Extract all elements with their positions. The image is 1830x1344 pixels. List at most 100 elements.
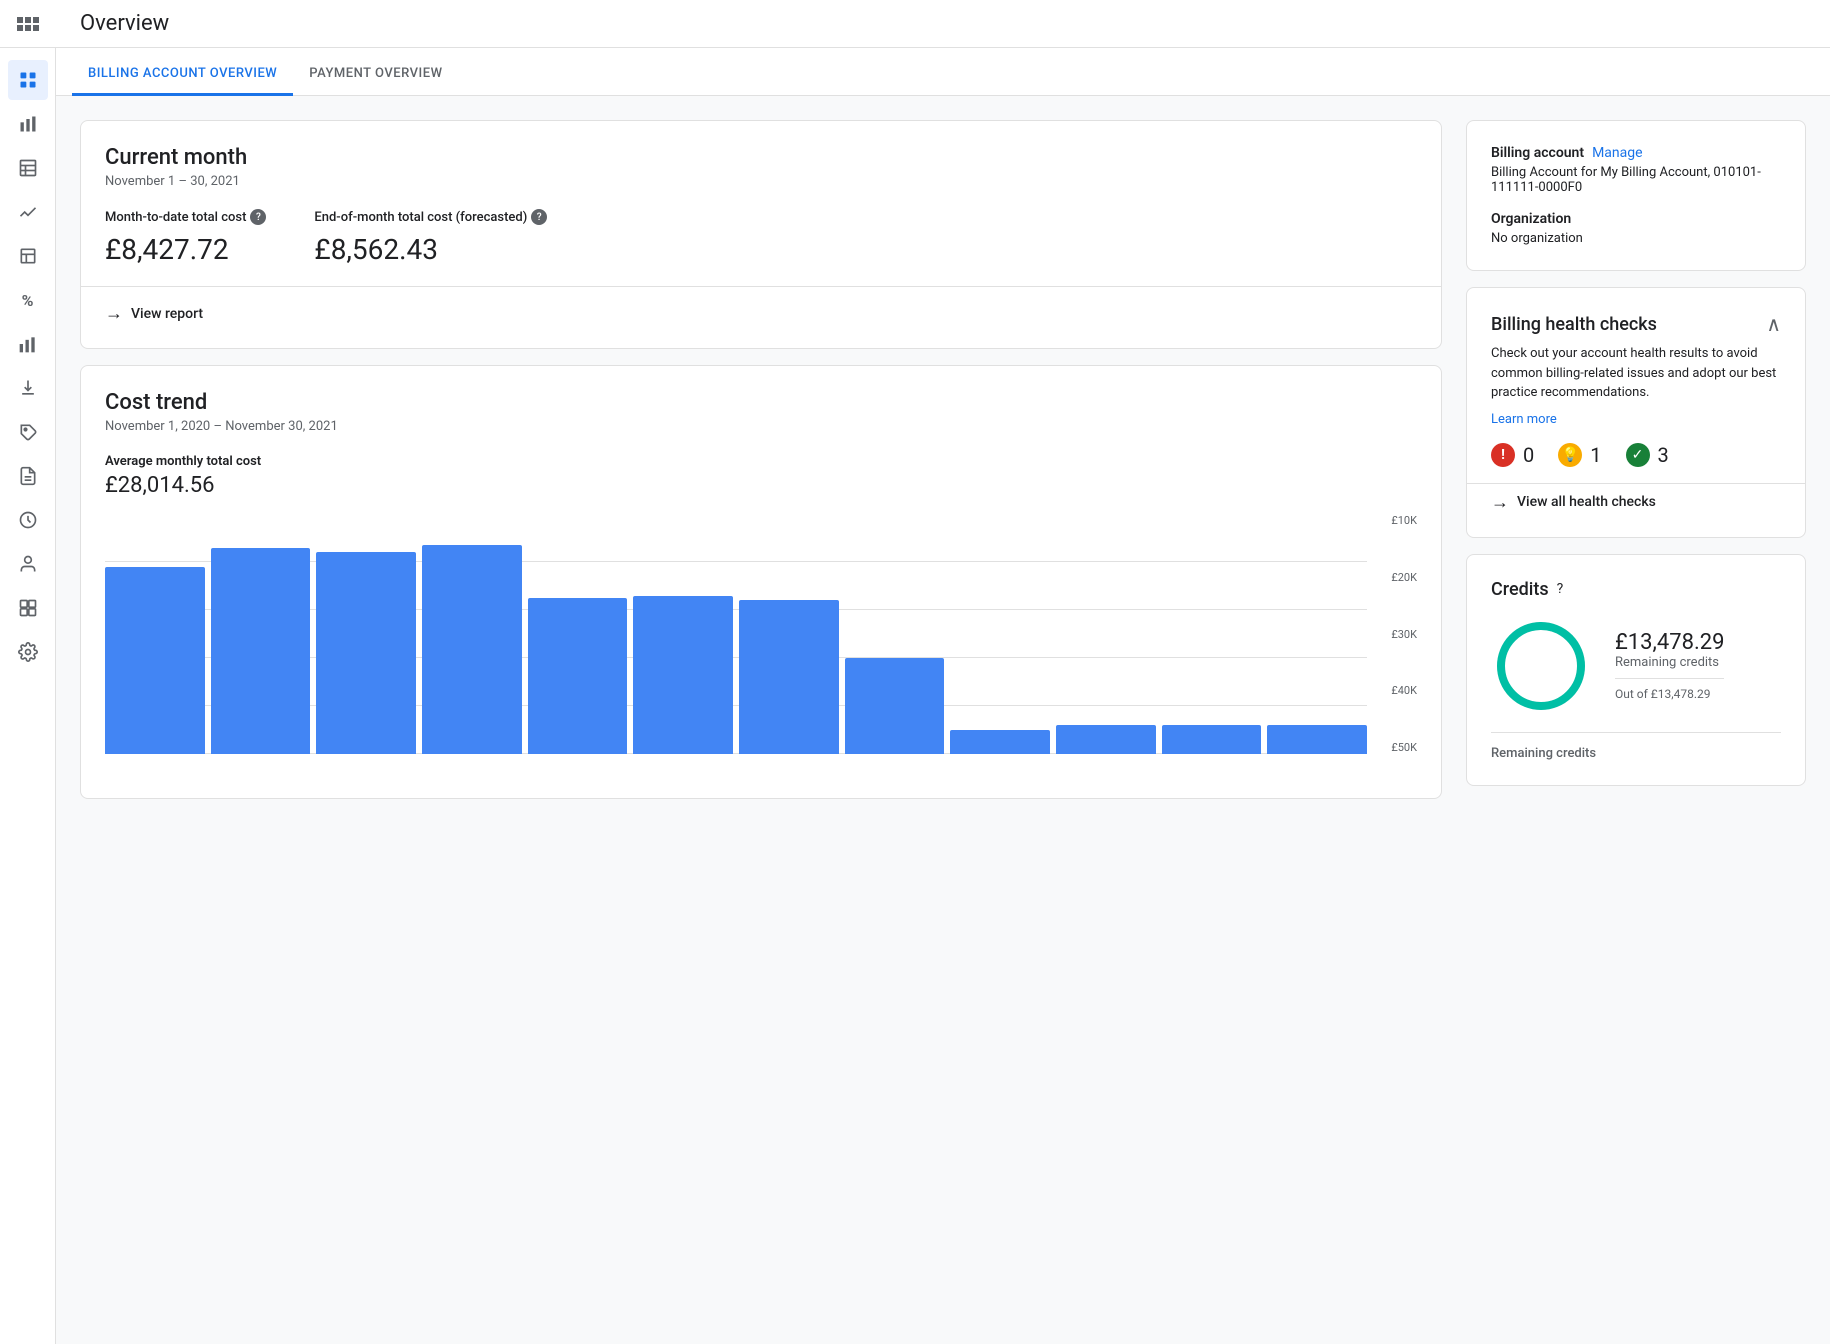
tab-payment-overview[interactable]: PAYMENT OVERVIEW	[293, 54, 458, 96]
bar-6	[739, 600, 839, 754]
credits-footer-label: Remaining credits	[1491, 746, 1596, 761]
view-report-link[interactable]: → View report	[105, 303, 1417, 324]
bar-1	[211, 548, 311, 754]
sidebar-item-tags[interactable]	[8, 412, 48, 452]
billing-account-label: Billing account	[1491, 145, 1584, 161]
current-month-card: Current month November 1 – 30, 2021 Mont…	[80, 120, 1442, 349]
sidebar-item-overview[interactable]	[8, 60, 48, 100]
y-label-10k: £10K	[1391, 514, 1417, 527]
health-stat-warnings: 💡 1	[1558, 443, 1601, 467]
grid-icon	[17, 17, 39, 31]
chart-y-labels: £50K £40K £30K £20K £10K	[1391, 514, 1417, 754]
billing-account-row: Billing account Manage	[1491, 145, 1781, 161]
error-icon: !	[1491, 443, 1515, 467]
cost-trend-chart: £50K £40K £30K £20K £10K	[105, 514, 1417, 774]
mtd-cost-item: Month-to-date total cost ? £8,427.72	[105, 209, 266, 266]
health-stat-errors: ! 0	[1491, 443, 1534, 467]
credits-body: £13,478.29 Remaining credits Out of £13,…	[1491, 616, 1781, 716]
sidebar-item-build[interactable]	[8, 588, 48, 628]
bar-5	[633, 596, 733, 754]
bar-4	[528, 598, 628, 754]
sidebar-item-person[interactable]	[8, 544, 48, 584]
bar-0	[105, 567, 205, 754]
sidebar-item-history[interactable]	[8, 500, 48, 540]
mtd-label: Month-to-date total cost ?	[105, 209, 266, 225]
health-stat-ok: ✓ 3	[1626, 443, 1669, 467]
bar-8	[950, 730, 1050, 754]
sidebar-item-percent[interactable]: %	[8, 280, 48, 320]
chevron-up-icon[interactable]: ∧	[1766, 312, 1781, 336]
sidebar-item-settings[interactable]	[8, 632, 48, 672]
arrow-icon: →	[105, 303, 123, 324]
credits-header: Credits ?	[1491, 579, 1781, 600]
y-label-30k: £30K	[1391, 628, 1417, 641]
bar-3	[422, 545, 522, 754]
health-header: Billing health checks ∧	[1491, 312, 1781, 336]
ok-count: 3	[1658, 443, 1669, 467]
sidebar-item-export[interactable]	[8, 368, 48, 408]
main-content: Current month November 1 – 30, 2021 Mont…	[56, 96, 1830, 1344]
credits-help-icon[interactable]: ?	[1557, 581, 1564, 597]
cost-trend-card: Cost trend November 1, 2020 – November 3…	[80, 365, 1442, 799]
eom-value: £8,562.43	[314, 233, 547, 266]
health-title: Billing health checks	[1491, 314, 1657, 335]
sidebar-item-docs[interactable]	[8, 456, 48, 496]
chart-bars	[105, 514, 1367, 754]
credits-donut	[1491, 616, 1591, 716]
sidebar-item-table[interactable]	[8, 148, 48, 188]
avg-cost-section: Average monthly total cost £28,014.56	[105, 454, 1417, 498]
sidebar-item-savings[interactable]	[8, 192, 48, 232]
tab-billing-account-overview[interactable]: BILLING ACCOUNT OVERVIEW	[72, 54, 293, 96]
bar-9	[1056, 725, 1156, 754]
right-column: Billing account Manage Billing Account f…	[1466, 120, 1806, 1320]
sidebar-item-budget[interactable]	[8, 236, 48, 276]
credits-title: Credits	[1491, 579, 1549, 600]
sidebar-item-analytics[interactable]	[8, 324, 48, 364]
view-all-health-link[interactable]: → View all health checks	[1491, 492, 1781, 513]
health-stats: ! 0 💡 1 ✓ 3	[1491, 443, 1781, 467]
y-label-40k: £40K	[1391, 684, 1417, 697]
donut-svg	[1491, 616, 1591, 716]
health-checks-card: Billing health checks ∧ Check out your a…	[1466, 287, 1806, 538]
view-all-label: View all health checks	[1517, 494, 1656, 510]
current-month-title: Current month	[105, 145, 1417, 170]
page-title: Overview	[80, 11, 169, 36]
cost-trend-title: Cost trend	[105, 390, 1417, 415]
manage-link[interactable]: Manage	[1592, 145, 1642, 161]
current-month-subtitle: November 1 – 30, 2021	[105, 174, 1417, 189]
mtd-value: £8,427.72	[105, 233, 266, 266]
credits-amount: £13,478.29	[1615, 630, 1724, 655]
warning-count: 1	[1590, 443, 1601, 467]
topbar: Overview	[56, 0, 1830, 48]
eom-cost-item: End-of-month total cost (forecasted) ? £…	[314, 209, 547, 266]
health-divider	[1467, 483, 1805, 484]
credits-footer: Remaining credits	[1491, 732, 1781, 761]
learn-more-link[interactable]: Learn more	[1491, 412, 1557, 427]
sidebar: ▾ %	[0, 0, 56, 1344]
avg-cost-value: £28,014.56	[105, 473, 1417, 498]
cost-trend-subtitle: November 1, 2020 – November 30, 2021	[105, 419, 1417, 434]
left-column: Current month November 1 – 30, 2021 Mont…	[80, 120, 1442, 1320]
health-description: Check out your account health results to…	[1491, 344, 1781, 403]
bar-2	[316, 552, 416, 754]
cost-row: Month-to-date total cost ? £8,427.72 End…	[105, 209, 1417, 266]
bar-10	[1162, 725, 1262, 754]
mtd-help-icon[interactable]: ?	[250, 209, 266, 225]
error-count: 0	[1523, 443, 1534, 467]
billing-account-value: Billing Account for My Billing Account, …	[1491, 165, 1781, 195]
avg-cost-label: Average monthly total cost	[105, 454, 1417, 469]
warning-icon: 💡	[1558, 443, 1582, 467]
nav-bar	[0, 0, 56, 48]
eom-label: End-of-month total cost (forecasted) ?	[314, 209, 547, 225]
tabbar: BILLING ACCOUNT OVERVIEW PAYMENT OVERVIE…	[56, 48, 1830, 96]
eom-help-icon[interactable]: ?	[531, 209, 547, 225]
credits-info: £13,478.29 Remaining credits Out of £13,…	[1615, 630, 1724, 701]
billing-account-card: Billing account Manage Billing Account f…	[1466, 120, 1806, 271]
org-value: No organization	[1491, 231, 1781, 246]
y-label-20k: £20K	[1391, 571, 1417, 584]
credits-card: Credits ? £13,478.29 Remaining credits O…	[1466, 554, 1806, 786]
y-label-50k: £50K	[1391, 741, 1417, 754]
bar-7	[845, 658, 945, 754]
sidebar-item-reports[interactable]	[8, 104, 48, 144]
bar-11	[1267, 725, 1367, 754]
